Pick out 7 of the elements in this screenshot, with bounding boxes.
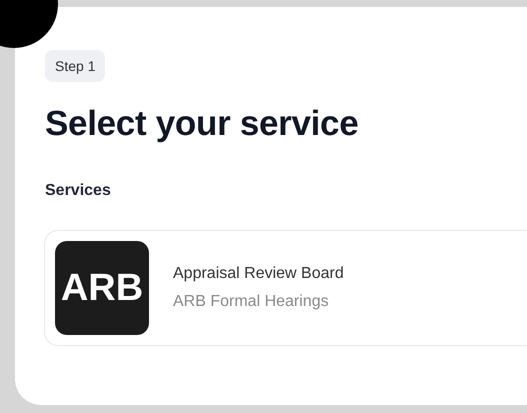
- page-heading: Select your service: [45, 104, 360, 144]
- step-label: Step 1: [45, 50, 106, 82]
- section-label: Services: [45, 182, 112, 200]
- service-title: Appraisal Review Board: [173, 265, 344, 283]
- service-logo: ARB: [55, 241, 149, 335]
- service-subtitle: ARB Formal Hearings: [173, 293, 330, 311]
- service-option[interactable]: ARB Appraisal Review Board ARB Formal Hearings: [44, 230, 527, 346]
